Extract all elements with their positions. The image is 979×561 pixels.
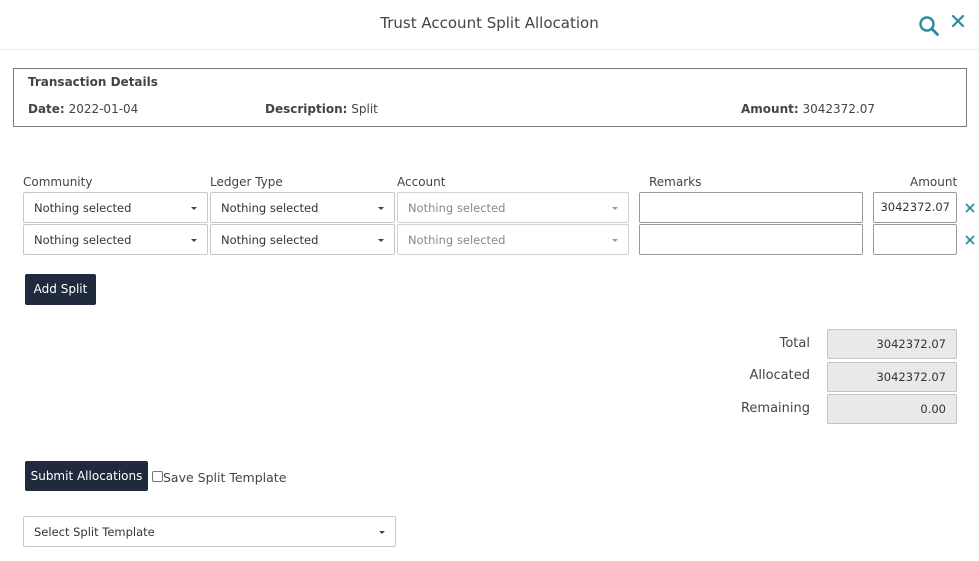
community-select[interactable]: Nothing selected (23, 224, 208, 255)
column-amount: Amount (910, 175, 958, 189)
column-community: Community (23, 175, 93, 189)
total-field: 3042372.07 (827, 329, 957, 359)
split-template-select-value: Select Split Template (34, 525, 155, 539)
modal-title: Trust Account Split Allocation (380, 14, 599, 32)
ledger-type-select[interactable]: Nothing selected (210, 192, 395, 223)
total-label: Total (779, 336, 810, 351)
account-select-value: Nothing selected (408, 233, 506, 247)
search-icon[interactable] (918, 15, 940, 37)
allocated-field: 3042372.07 (827, 362, 957, 392)
description-label: Description: (265, 102, 348, 116)
date-label: Date: (28, 102, 65, 116)
description-value: Split (351, 102, 378, 116)
transaction-date: Date: 2022-01-04 (28, 102, 138, 116)
remarks-input[interactable] (639, 192, 863, 223)
community-select[interactable]: Nothing selected (23, 192, 208, 223)
add-split-button[interactable]: Add Split (25, 274, 96, 305)
amount-input[interactable]: 3042372.07 (873, 192, 957, 223)
caret-down-icon (379, 531, 385, 534)
transaction-description: Description: Split (265, 102, 378, 116)
caret-down-icon (378, 207, 384, 210)
ledger-type-select[interactable]: Nothing selected (210, 224, 395, 255)
caret-down-icon (612, 207, 618, 210)
amount-input[interactable] (873, 224, 957, 255)
date-value: 2022-01-04 (68, 102, 139, 116)
ledger-type-select-value: Nothing selected (221, 233, 319, 247)
column-ledger-type: Ledger Type (210, 175, 283, 189)
ledger-type-select-value: Nothing selected (221, 201, 319, 215)
account-select[interactable]: Nothing selected (397, 224, 629, 255)
save-split-template-label: Save Split Template (163, 470, 287, 485)
transaction-details-title: Transaction Details (28, 75, 158, 89)
remaining-field: 0.00 (827, 394, 957, 424)
account-select-value: Nothing selected (408, 201, 506, 215)
split-template-select[interactable]: Select Split Template (23, 516, 396, 547)
amount-label: Amount: (741, 102, 799, 116)
close-icon[interactable] (949, 12, 967, 30)
community-select-value: Nothing selected (34, 233, 132, 247)
remove-row-icon[interactable] (964, 233, 976, 247)
save-split-template-checkbox[interactable] (152, 471, 163, 482)
transaction-amount: Amount: 3042372.07 (741, 102, 875, 116)
remove-row-icon[interactable] (964, 201, 976, 215)
remarks-input[interactable] (639, 224, 863, 255)
submit-allocations-button[interactable]: Submit Allocations (25, 461, 148, 491)
column-account: Account (397, 175, 446, 189)
caret-down-icon (378, 239, 384, 242)
amount-value: 3042372.07 (802, 102, 876, 116)
account-select[interactable]: Nothing selected (397, 192, 629, 223)
caret-down-icon (191, 207, 197, 210)
transaction-details-panel: Transaction Details Date: 2022-01-04 Des… (13, 68, 967, 127)
modal-header: Trust Account Split Allocation (0, 0, 979, 50)
community-select-value: Nothing selected (34, 201, 132, 215)
remaining-label: Remaining (740, 401, 810, 416)
column-remarks: Remarks (649, 175, 702, 189)
caret-down-icon (612, 239, 618, 242)
caret-down-icon (191, 239, 197, 242)
allocated-label: Allocated (749, 368, 810, 383)
